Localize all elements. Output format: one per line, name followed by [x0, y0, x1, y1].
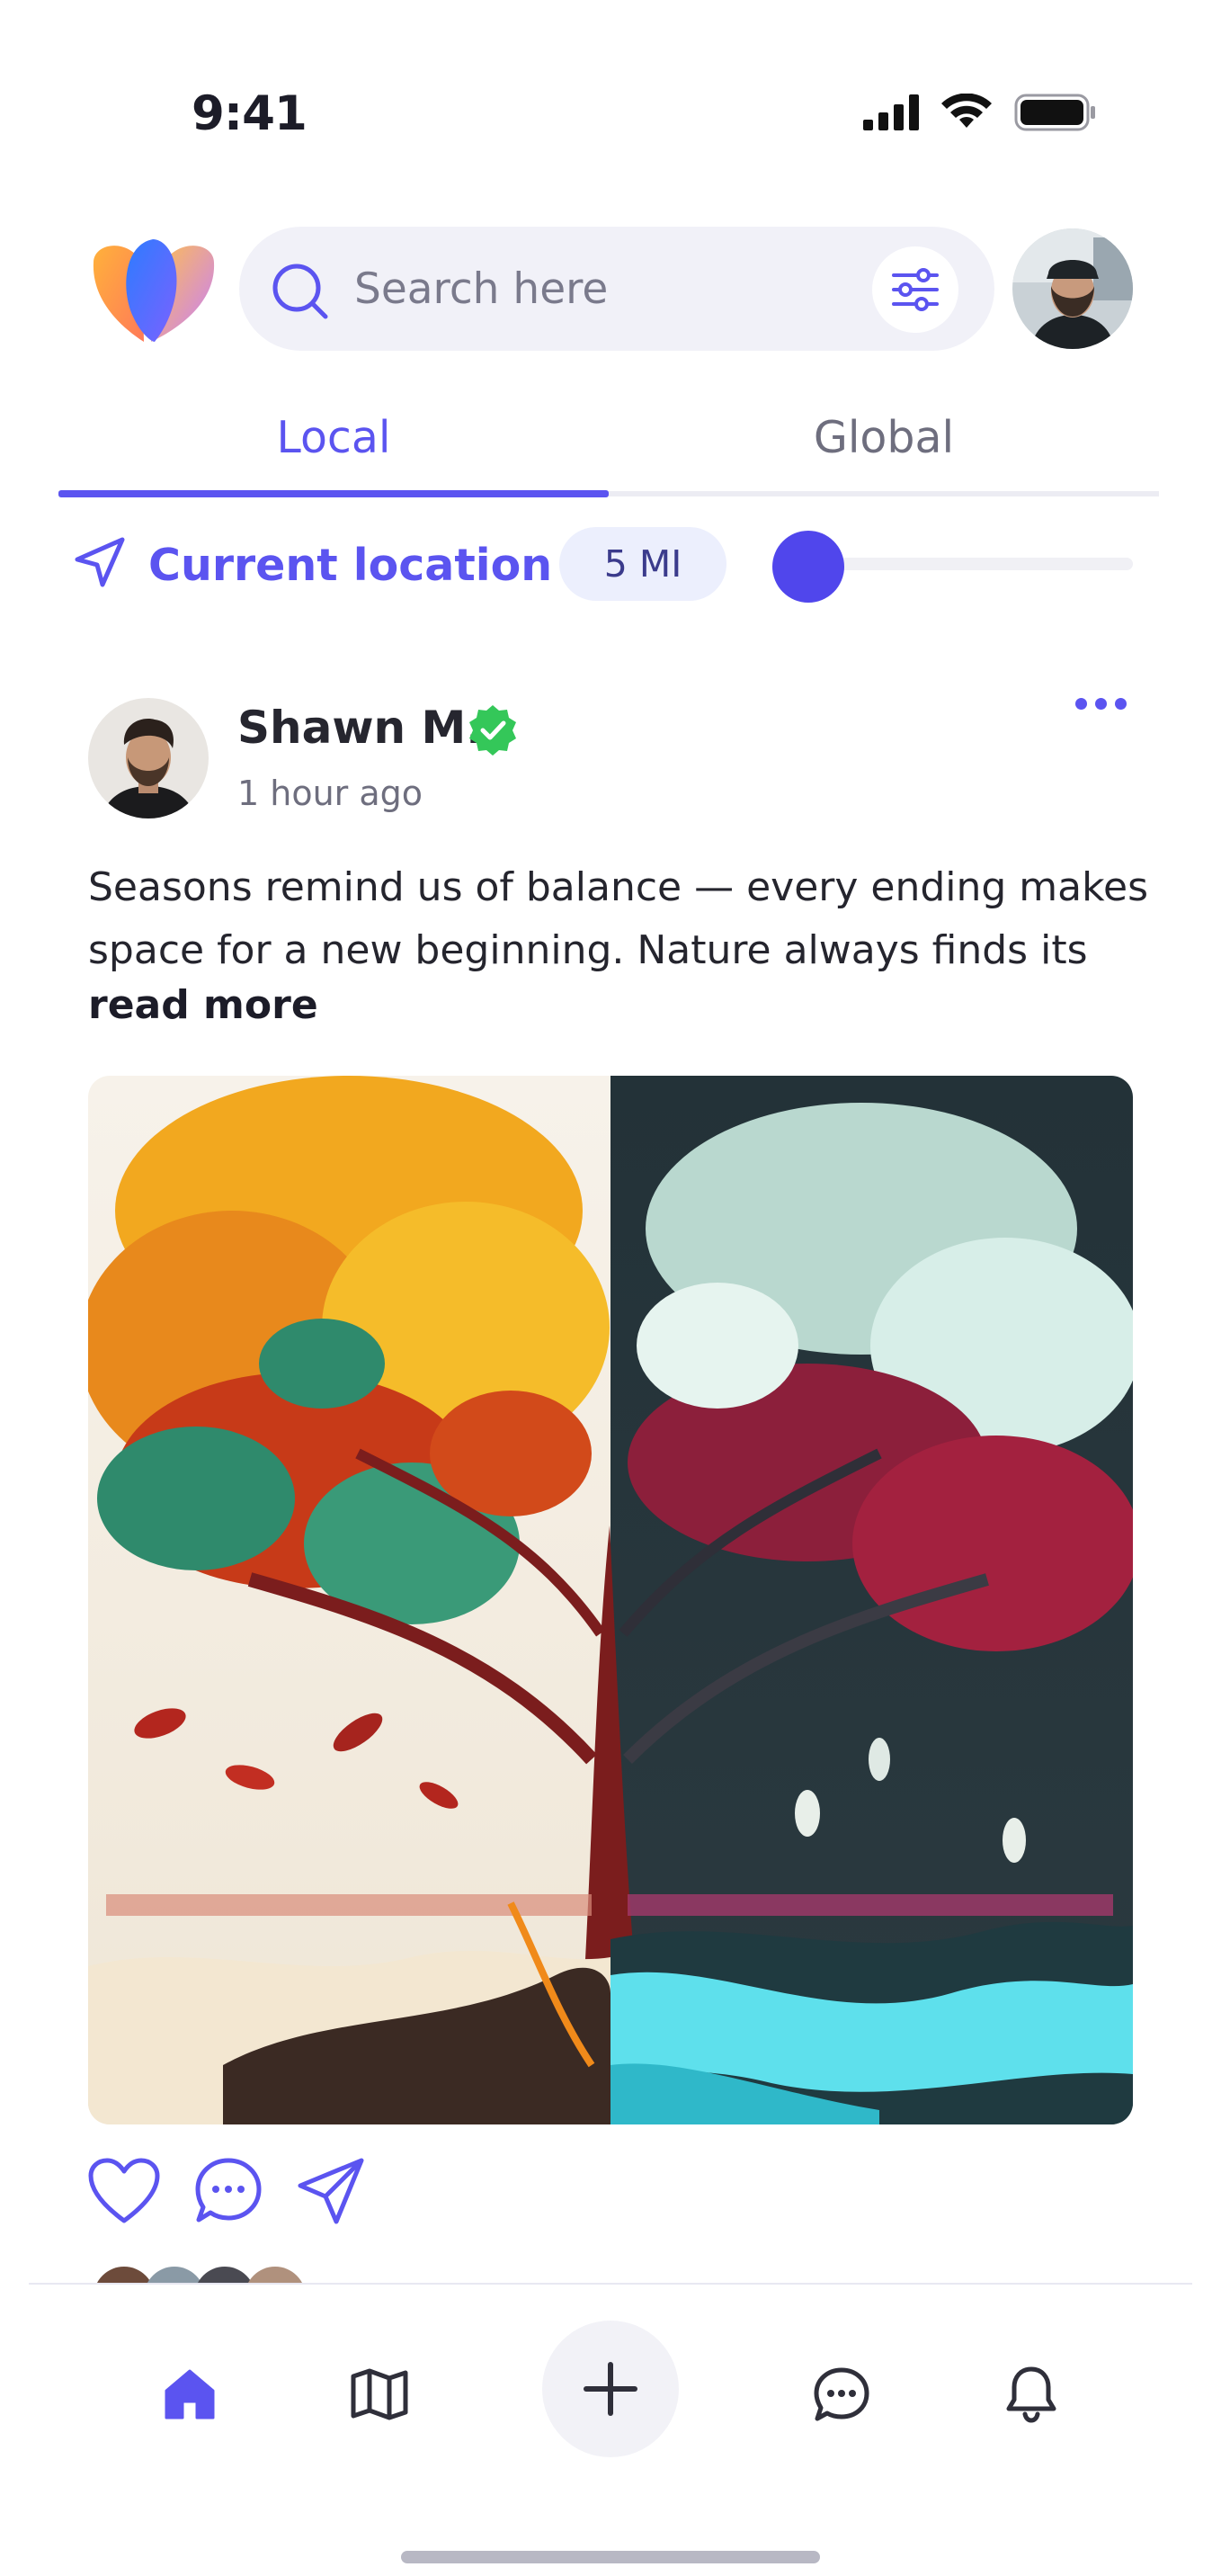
post-actions [88, 2157, 365, 2225]
nav-chat[interactable] [797, 2349, 887, 2439]
dot-icon [1115, 698, 1127, 710]
post-timestamp: 1 hour ago [237, 774, 423, 813]
search-bar[interactable] [239, 227, 994, 351]
home-indicator [401, 2551, 820, 2563]
add-icon [584, 2362, 637, 2416]
signal-icon [863, 94, 919, 130]
comment-icon[interactable] [194, 2157, 263, 2225]
dot-icon [1075, 698, 1087, 710]
post-image[interactable] [88, 1076, 1133, 2124]
map-icon [351, 2368, 408, 2420]
filter-button[interactable] [872, 246, 958, 333]
more-options-button[interactable] [1075, 689, 1127, 719]
post-caption: Seasons remind us of balance — every end… [88, 864, 1149, 973]
distance-badge: 5 MI [559, 527, 726, 601]
chat-icon [814, 2367, 869, 2421]
navigation-arrow-icon[interactable] [74, 536, 126, 588]
status-time: 9:41 [192, 86, 307, 141]
read-more-link[interactable]: read more [88, 982, 318, 1028]
heart-icon[interactable] [88, 2158, 160, 2224]
bottom-nav [0, 2285, 1221, 2576]
app-logo [88, 236, 219, 344]
search-icon [272, 264, 328, 319]
tab-global[interactable]: Global [609, 412, 1159, 463]
status-icons [863, 94, 1097, 131]
home-icon [165, 2369, 215, 2419]
dot-icon [1095, 698, 1107, 710]
search-input[interactable] [354, 259, 840, 318]
nav-notifications[interactable] [986, 2349, 1076, 2439]
nav-home[interactable] [145, 2349, 235, 2439]
author-avatar[interactable] [88, 698, 209, 818]
share-icon[interactable] [297, 2157, 365, 2225]
nav-map[interactable] [334, 2349, 424, 2439]
profile-avatar[interactable] [1012, 228, 1133, 349]
liked-by-avatars[interactable] [88, 2261, 318, 2285]
author-name[interactable]: Shawn M. [237, 702, 483, 754]
current-location-label[interactable]: Current location [148, 540, 552, 591]
wifi-icon [941, 94, 992, 128]
verified-badge-icon [469, 705, 516, 756]
create-post-button[interactable] [542, 2321, 679, 2457]
tab-local[interactable]: Local [58, 412, 609, 463]
sliders-icon [892, 268, 939, 311]
radius-slider-thumb[interactable] [772, 531, 844, 603]
bell-icon [1006, 2366, 1056, 2423]
battery-icon [1014, 94, 1095, 131]
tab-active-indicator [58, 490, 609, 497]
